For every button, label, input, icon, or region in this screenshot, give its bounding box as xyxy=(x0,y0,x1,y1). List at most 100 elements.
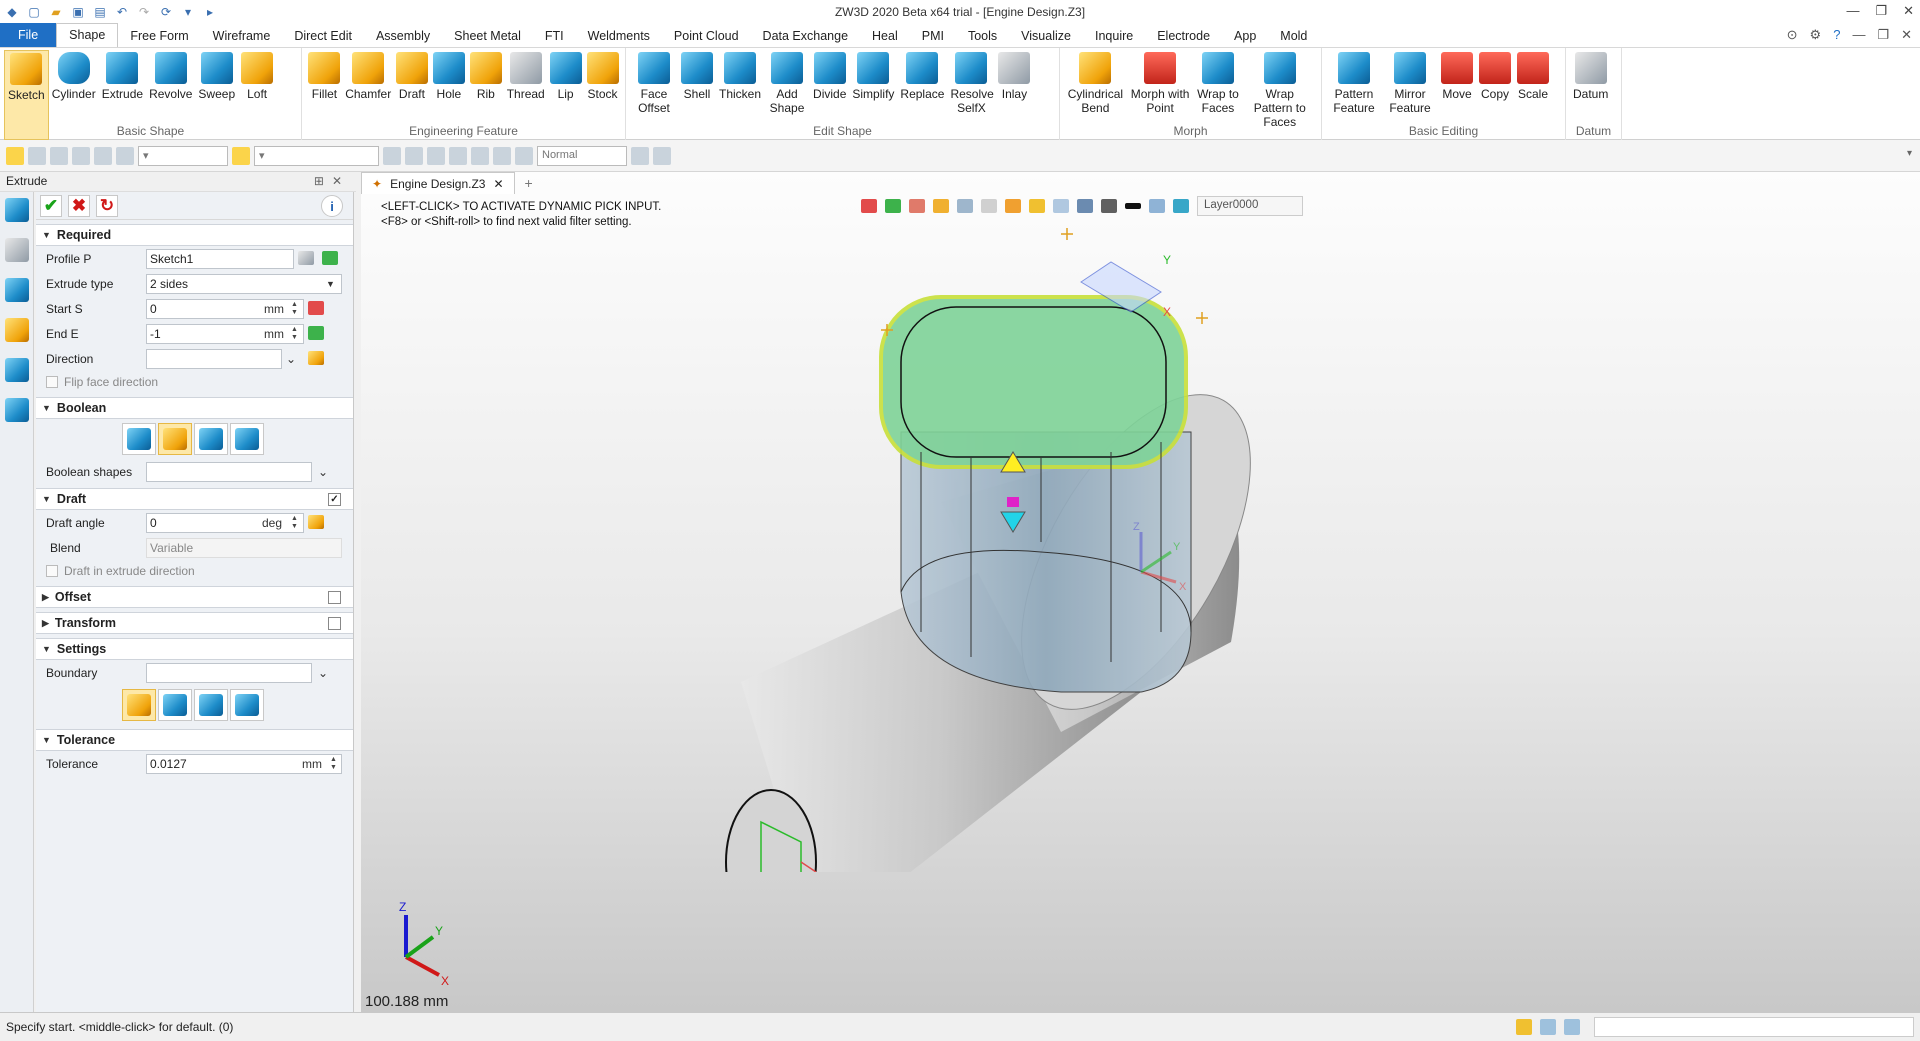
boolean-add-button[interactable] xyxy=(158,423,192,455)
status-list-icon[interactable] xyxy=(1564,1019,1580,1035)
menu-inquire[interactable]: Inquire xyxy=(1083,25,1145,47)
menu-fti[interactable]: FTI xyxy=(533,25,576,47)
menu-app[interactable]: App xyxy=(1222,25,1268,47)
section-view-icon[interactable] xyxy=(1077,199,1093,213)
offset-checkbox[interactable] xyxy=(328,591,341,604)
section-draft[interactable]: ▼ Draft ✓ xyxy=(36,488,353,510)
pencil-icon[interactable] xyxy=(909,199,925,213)
model-canvas[interactable]: Y X Z X Y xyxy=(361,212,1920,872)
doc-close-icon[interactable]: ✕ xyxy=(1901,27,1912,43)
flip-face-row[interactable]: Flip face direction xyxy=(36,371,353,393)
menu-assembly[interactable]: Assembly xyxy=(364,25,442,47)
settings-icon[interactable] xyxy=(631,146,649,165)
section-required[interactable]: ▼ Required xyxy=(36,224,353,246)
settings-option-2-button[interactable] xyxy=(158,689,192,721)
menu-point-cloud[interactable]: Point Cloud xyxy=(662,25,751,47)
pick-icon[interactable] xyxy=(6,146,24,165)
end-spinner[interactable]: ▲ ▼ xyxy=(291,326,298,342)
layer-toggle-icon[interactable] xyxy=(1173,199,1189,213)
sync-icon[interactable] xyxy=(383,146,401,165)
tree-icon[interactable] xyxy=(4,278,29,302)
flip-face-checkbox[interactable] xyxy=(46,376,58,388)
app-logo-icon[interactable]: ◆ xyxy=(4,4,20,20)
open-folder-icon[interactable]: ▰ xyxy=(48,4,64,20)
print-icon[interactable]: ▤ xyxy=(92,4,108,20)
restore-icon[interactable]: ❐ xyxy=(1875,3,1887,19)
transform-checkbox[interactable] xyxy=(328,617,341,630)
redo-icon[interactable]: ↷ xyxy=(136,4,152,20)
tab-engine-design[interactable]: ✦ Engine Design.Z3 ✕ xyxy=(361,172,515,194)
draft-direction-row[interactable]: Draft in extrude direction xyxy=(36,560,353,582)
filter-combo-2[interactable]: ▾ xyxy=(254,145,379,166)
status-view-icon[interactable] xyxy=(1516,1019,1532,1035)
menu-tools[interactable]: Tools xyxy=(956,25,1009,47)
settings-option-4-button[interactable] xyxy=(230,689,264,721)
new-tab-button[interactable]: + xyxy=(515,172,543,194)
menu-pmi[interactable]: PMI xyxy=(910,25,956,47)
filter-funnel-icon[interactable] xyxy=(116,146,134,165)
direction-pick-icon[interactable] xyxy=(308,351,324,365)
boundary-expand-icon[interactable]: ⌄ xyxy=(318,666,328,680)
menu-sheet-metal[interactable]: Sheet Metal xyxy=(442,25,533,47)
shape-filter-icon[interactable] xyxy=(94,146,112,165)
hand-icon[interactable] xyxy=(493,146,511,165)
user-icon[interactable] xyxy=(4,398,29,422)
image-icon[interactable] xyxy=(4,358,29,382)
end-pick-icon[interactable] xyxy=(308,326,324,340)
menu-weldments[interactable]: Weldments xyxy=(576,25,662,47)
align-right-icon[interactable] xyxy=(471,146,489,165)
draft-spinner[interactable]: ▲ ▼ xyxy=(291,515,298,531)
section-boolean[interactable]: ▼ Boolean xyxy=(36,397,353,419)
settings-2-icon[interactable] xyxy=(653,146,671,165)
cube-icon[interactable] xyxy=(933,199,949,213)
direction-input[interactable] xyxy=(146,348,282,369)
section-settings[interactable]: ▼ Settings xyxy=(36,638,353,660)
menu-data-exchange[interactable]: Data Exchange xyxy=(751,25,860,47)
draft-checkbox[interactable]: ✓ xyxy=(328,493,341,506)
run-icon[interactable]: ▸ xyxy=(202,4,218,20)
menu-visualize[interactable]: Visualize xyxy=(1009,25,1083,47)
dim-icon[interactable] xyxy=(515,146,533,165)
section-transform[interactable]: ▶ Transform xyxy=(36,612,353,634)
frame-icon[interactable] xyxy=(1149,199,1165,213)
history-icon[interactable] xyxy=(885,199,901,213)
shaded-icon[interactable] xyxy=(1005,199,1021,213)
exit-icon[interactable] xyxy=(861,199,877,213)
display-icon[interactable] xyxy=(1029,199,1045,213)
part-icon[interactable] xyxy=(4,318,29,342)
align-center-icon[interactable] xyxy=(449,146,467,165)
toolbar-collapse-icon[interactable]: ▾ xyxy=(1907,148,1912,159)
minimize-icon[interactable]: — xyxy=(1846,3,1859,19)
settings-option-1-button[interactable] xyxy=(122,689,156,721)
apply-button[interactable]: ↻ xyxy=(96,194,118,217)
info-icon[interactable]: i xyxy=(321,195,343,217)
start-pick-icon[interactable] xyxy=(308,301,324,315)
boolean-base-button[interactable] xyxy=(122,423,156,455)
ok-button[interactable]: ✔ xyxy=(40,194,62,217)
regen-icon[interactable]: ⟳ xyxy=(158,4,174,20)
menu-heal[interactable]: Heal xyxy=(860,25,910,47)
filter-combo[interactable]: ▾ xyxy=(138,145,228,166)
doc-minimize-icon[interactable]: — xyxy=(1852,27,1865,43)
save-icon[interactable]: ▣ xyxy=(70,4,86,20)
close-icon[interactable]: ✕ xyxy=(1903,3,1914,19)
menu-direct-edit[interactable]: Direct Edit xyxy=(282,25,364,47)
line-filter-icon[interactable] xyxy=(50,146,68,165)
menu-electrode[interactable]: Electrode xyxy=(1145,25,1222,47)
direction-expand-icon[interactable]: ⌄ xyxy=(286,352,296,366)
boolean-intersect-button[interactable] xyxy=(230,423,264,455)
draft-direction-checkbox[interactable] xyxy=(46,565,58,577)
section-offset[interactable]: ▶ Offset xyxy=(36,586,353,608)
gear-icon[interactable]: ⚙ xyxy=(1810,27,1822,43)
settings-option-3-button[interactable] xyxy=(194,689,228,721)
panel-controls[interactable]: ⊞✕ xyxy=(314,174,350,188)
filter-apply-icon[interactable] xyxy=(232,146,250,165)
view-cube-icon[interactable] xyxy=(957,199,973,213)
undo-icon[interactable]: ↶ xyxy=(114,4,130,20)
align-left-icon[interactable] xyxy=(427,146,445,165)
help-icon[interactable]: ? xyxy=(1833,27,1840,43)
draft-pick-icon[interactable] xyxy=(308,515,324,529)
menu-shape[interactable]: Shape xyxy=(56,23,119,47)
boundary-input[interactable] xyxy=(146,662,312,683)
render-mode-select[interactable]: Normal xyxy=(537,145,627,166)
